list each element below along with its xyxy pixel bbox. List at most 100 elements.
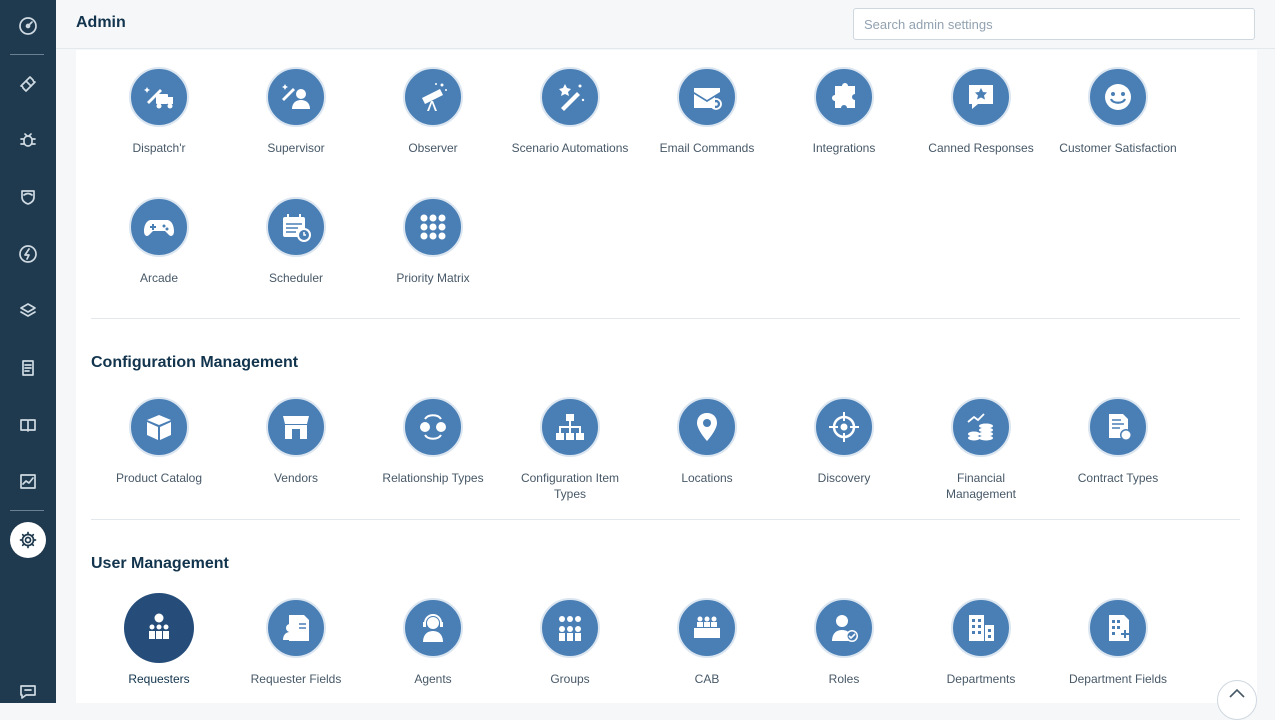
tile-label: Configuration Item Types [520, 471, 620, 501]
tile-scheduler[interactable]: Scheduler [236, 197, 356, 286]
supervisor-icon [282, 84, 310, 109]
cab-icon [694, 616, 720, 638]
tile-configuration-item-types[interactable]: Configuration Item Types [510, 397, 630, 502]
nav-analytics[interactable] [8, 462, 48, 502]
tile-label: Email Commands [659, 141, 755, 155]
ticket-icon [20, 76, 36, 92]
tile-requesters[interactable]: Requesters [99, 593, 219, 687]
tile-label: Canned Responses [928, 141, 1034, 155]
smiley-icon [1105, 84, 1131, 110]
nav-assets[interactable] [8, 291, 48, 331]
tile-label: CAB [694, 672, 720, 686]
tile-agents[interactable]: Agents [373, 598, 493, 687]
tile-label: Locations [681, 471, 733, 485]
tile-label: Arcade [139, 271, 179, 285]
tile-departments[interactable]: Departments [921, 598, 1041, 687]
nav-chat[interactable] [8, 672, 48, 712]
search-input[interactable] [853, 8, 1255, 40]
grid-dots-icon [420, 214, 446, 240]
coins-icon [967, 413, 993, 441]
tile-arcade[interactable]: Arcade [99, 197, 219, 286]
tile-product-catalog[interactable]: Product Catalog [99, 397, 219, 486]
tile-canned-responses[interactable]: Canned Responses [921, 67, 1041, 156]
section-divider [91, 318, 1240, 319]
dispatchr-icon [144, 87, 173, 109]
tile-financial-management[interactable]: Financial Management [921, 397, 1041, 502]
tile-groups[interactable]: Groups [510, 598, 630, 687]
gamepad-icon [144, 220, 174, 236]
lightning-icon [19, 245, 37, 263]
telescope-icon [422, 83, 447, 111]
crosshair-icon [829, 412, 859, 442]
tile-requester-fields[interactable]: Requester Fields [236, 598, 356, 687]
tile-label: Scheduler [268, 271, 324, 285]
tile-discovery[interactable]: Discovery [784, 397, 904, 486]
tile-integrations[interactable]: Integrations [784, 67, 904, 156]
role-icon [832, 615, 858, 642]
dashboard-icon [19, 17, 37, 35]
tile-scenario-automations[interactable]: Scenario Automations [510, 67, 630, 156]
tile-department-fields[interactable]: Department Fields [1058, 598, 1178, 687]
tile-customer-satisfaction[interactable]: Customer Satisfaction [1058, 67, 1178, 156]
nav-dashboard[interactable] [8, 6, 48, 46]
section-divider [91, 519, 1240, 520]
nav-solutions[interactable] [8, 405, 48, 445]
contract-icon [1109, 414, 1132, 441]
requester-fields-icon [283, 615, 309, 641]
email-icon [694, 88, 722, 110]
tile-label: Requester Fields [250, 672, 342, 686]
requesters-icon [149, 613, 169, 639]
tile-dispatchr[interactable]: Dispatch'r [99, 67, 219, 156]
calendar-clock-icon [283, 214, 311, 242]
scroll-to-top-button[interactable] [1217, 680, 1257, 720]
tile-locations[interactable]: Locations [647, 397, 767, 486]
tile-label: Roles [828, 672, 860, 686]
box-icon [147, 415, 171, 440]
nav-releases[interactable] [8, 234, 48, 274]
tile-label: Groups [550, 672, 590, 686]
chevron-up-icon [1229, 688, 1245, 698]
tile-observer[interactable]: Observer [373, 67, 493, 156]
tile-label: Requesters [128, 672, 190, 686]
tile-supervisor[interactable]: Supervisor [236, 67, 356, 156]
tile-contract-types[interactable]: Contract Types [1058, 397, 1178, 486]
tile-label: Discovery [817, 471, 871, 485]
nav-notes[interactable] [8, 348, 48, 388]
nav-tickets[interactable] [8, 64, 48, 104]
tile-label: Customer Satisfaction [1059, 141, 1177, 155]
tile-label: Financial Management [945, 471, 1017, 501]
tile-label: Integrations [812, 141, 876, 155]
tile-label: Supervisor [267, 141, 325, 155]
sidebar-nav [0, 0, 56, 703]
book-icon [20, 419, 36, 432]
building-icon [969, 615, 994, 641]
tile-email-commands[interactable]: Email Commands [647, 67, 767, 156]
nav-admin[interactable] [10, 522, 46, 558]
hierarchy-icon [556, 414, 584, 440]
tile-label: Departments [946, 672, 1016, 686]
puzzle-icon [832, 83, 855, 108]
nav-problems[interactable] [8, 120, 48, 160]
tile-roles[interactable]: Roles [784, 598, 904, 687]
page-title: Admin [76, 14, 126, 31]
tile-label: Priority Matrix [396, 271, 470, 285]
headset-icon [423, 614, 443, 642]
section-title-users: User Management [91, 555, 229, 572]
magic-wand-icon [559, 84, 585, 111]
tile-cab[interactable]: CAB [647, 598, 767, 687]
tile-priority-matrix[interactable]: Priority Matrix [373, 197, 493, 286]
tile-relationship-types[interactable]: Relationship Types [373, 397, 493, 486]
tile-label: Vendors [273, 471, 319, 485]
tile-label: Product Catalog [115, 471, 203, 485]
tile-label: Relationship Types [382, 471, 484, 485]
tile-vendors[interactable]: Vendors [236, 397, 356, 486]
group-icon [559, 616, 581, 641]
gear-icon [19, 531, 37, 549]
department-fields-icon [1109, 615, 1129, 641]
chart-icon [20, 474, 36, 489]
store-icon [283, 416, 309, 439]
map-pin-icon [697, 413, 717, 441]
canned-response-icon [969, 85, 993, 109]
nav-changes[interactable] [8, 177, 48, 217]
tile-label: Department Fields [1068, 672, 1168, 686]
